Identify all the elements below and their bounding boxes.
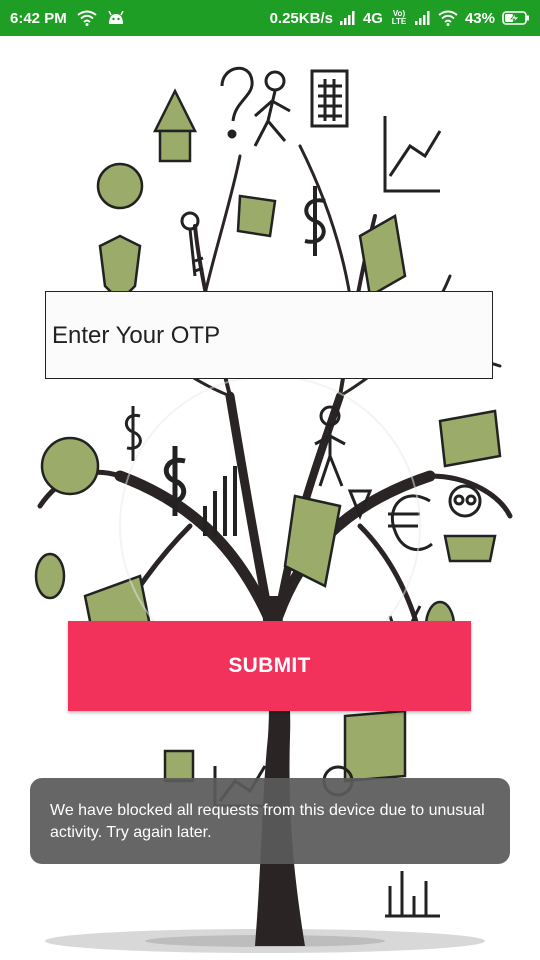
battery-charging-icon	[502, 11, 530, 25]
submit-button[interactable]: SUBMIT	[68, 621, 471, 711]
volte-icon: Vo) LTE	[390, 10, 408, 26]
notification-app-icon	[107, 11, 125, 25]
otp-input[interactable]	[52, 314, 482, 358]
wifi-icon	[438, 10, 458, 26]
network-speed: 0.25KB/s	[269, 9, 333, 27]
otp-field-container[interactable]	[45, 291, 493, 379]
signal-icon	[339, 11, 356, 25]
network-type: 4G	[362, 9, 383, 27]
signal-icon	[414, 11, 431, 25]
status-time: 6:42 PM	[10, 9, 67, 27]
volte-label: Vo) LTE	[391, 9, 407, 26]
battery-percent: 43%	[464, 9, 495, 27]
status-bar: 6:42 PM 0.25KB/s 4G Vo) LTE 43%	[0, 0, 540, 36]
toast-message: We have blocked all requests from this d…	[30, 778, 510, 864]
toast-text: We have blocked all requests from this d…	[50, 802, 485, 841]
wifi-icon	[77, 10, 97, 26]
